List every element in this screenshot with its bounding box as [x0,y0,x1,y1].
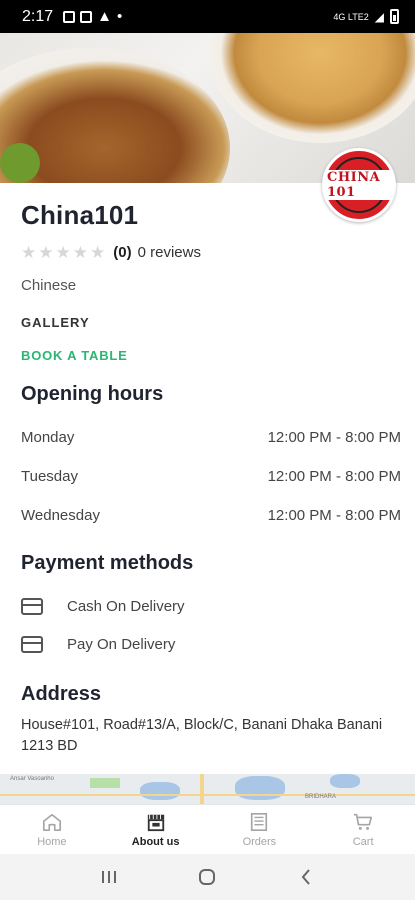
star-icon: ★ [38,242,54,262]
signal-icon: ◢ [374,9,384,24]
nav-label: Orders [242,835,277,848]
payment-method-label: Cash On Delivery [67,597,185,615]
back-chevron-icon [301,869,310,885]
home-circle-icon [199,869,216,885]
status-system-icons: 4G LTE2 ◢ [333,9,399,24]
star-rating: ★ ★ ★ ★ ★ [21,244,105,261]
hours-row: Monday 12:00 PM - 8:00 PM [21,418,401,457]
orders-icon [251,812,268,831]
hours-row: Wednesday 12:00 PM - 8:00 PM [21,496,401,535]
credit-card-icon [21,635,43,653]
status-notification-icons: ▲ • [63,8,122,25]
home-icon [42,813,61,831]
cuisine-label: Chinese [21,277,77,294]
gallery-button[interactable]: GALLERY [21,315,401,330]
dot-icon: • [117,8,123,25]
recent-apps-button[interactable] [97,867,121,887]
network-label: 4G LTE2 [333,11,369,22]
opening-hours-list: Monday 12:00 PM - 8:00 PM Tuesday 12:00 … [21,418,401,535]
payment-method-item: Cash On Delivery [21,587,401,625]
rating-row: ★ ★ ★ ★ ★ (0) 0 reviews [21,242,401,262]
payment-method-item: Pay On Delivery [21,625,401,663]
food-plate-image [210,33,415,143]
hours-row: Tuesday 12:00 PM - 8:00 PM [21,457,401,496]
hours-day: Wednesday [21,507,100,524]
reviews-link[interactable]: 0 reviews [138,244,201,261]
nav-label: Cart [352,835,374,848]
system-navigation-bar [0,854,415,900]
hours-time: 12:00 PM - 8:00 PM [267,468,401,485]
app-notification-icon [80,10,93,23]
payment-methods-title: Payment methods [21,552,194,574]
map-label: BRIDHARA [305,794,337,800]
nav-label: About us [131,835,180,848]
gallery-notification-icon [63,10,76,23]
star-icon: ★ [90,242,106,262]
restaurant-details: China101 ★ ★ ★ ★ ★ (0) 0 reviews Chinese… [21,200,401,757]
address-title: Address [21,683,102,705]
nav-orders[interactable]: Orders [208,805,312,854]
garnish-image [0,143,40,183]
warning-icon: ▲ [97,8,112,25]
credit-card-icon [21,597,43,615]
status-time: 2:17 [22,7,54,25]
star-icon: ★ [21,242,37,262]
logo-text: CHINA 101 [325,170,393,200]
star-icon: ★ [72,242,88,262]
rating-count: (0) [113,243,132,261]
hours-day: Tuesday [21,468,78,485]
store-icon [147,814,164,831]
recent-apps-icon [102,871,117,883]
hours-time: 12:00 PM - 8:00 PM [267,507,401,524]
opening-hours-title: Opening hours [21,383,164,405]
bottom-navigation: Home About us Orders Cart [0,804,415,854]
nav-cart[interactable]: Cart [311,805,415,854]
location-map[interactable]: Ansar Vasoanho BRIDHARA [0,774,415,804]
hours-time: 12:00 PM - 8:00 PM [267,429,401,446]
hours-day: Monday [21,429,75,446]
status-bar: 2:17 ▲ • 4G LTE2 ◢ [0,0,415,33]
battery-icon [390,9,399,24]
home-system-button[interactable] [195,867,219,887]
star-icon: ★ [55,242,71,262]
nav-label: Home [37,835,67,848]
cart-icon [354,813,373,830]
payment-methods-list: Cash On Delivery Pay On Delivery [21,587,401,663]
nav-home[interactable]: Home [0,805,104,854]
payment-method-label: Pay On Delivery [67,635,176,653]
book-table-button[interactable]: BOOK A TABLE [21,348,401,363]
restaurant-name: China101 [21,200,139,230]
map-label: Ansar Vasoanho [10,776,54,782]
nav-about-us[interactable]: About us [104,805,208,854]
address-text: House#101, Road#13/A, Block/C, Banani Dh… [21,717,383,754]
back-button[interactable] [294,867,318,887]
